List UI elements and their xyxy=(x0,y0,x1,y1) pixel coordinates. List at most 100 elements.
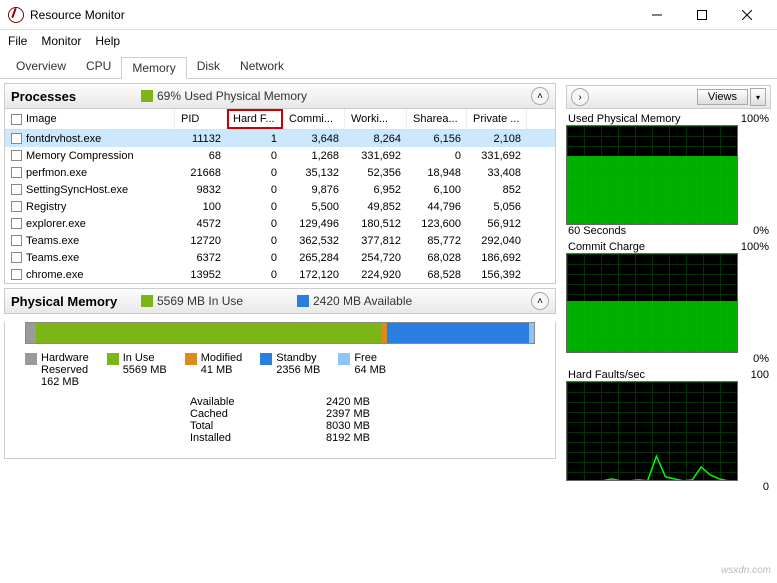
stat-available-k: Available xyxy=(190,396,234,408)
table-header: Image PID Hard F... Commi... Worki... Sh… xyxy=(5,109,555,130)
legend-item-mod: Modified41 MB xyxy=(185,352,243,388)
cell-commit: 5,500 xyxy=(283,201,345,213)
cell-hard: 0 xyxy=(227,167,283,179)
col-working[interactable]: Worki... xyxy=(345,109,407,129)
physmem-avail-text: 2420 MB Available xyxy=(313,294,412,308)
stat-total-v: 8030 MB xyxy=(326,420,370,432)
legend-swatch xyxy=(25,353,37,365)
processes-legend-text: 69% Used Physical Memory xyxy=(157,89,307,103)
col-commit[interactable]: Commi... xyxy=(283,109,345,129)
cell-pid: 6372 xyxy=(175,252,227,264)
chevron-right-icon[interactable]: › xyxy=(571,88,589,106)
right-panel-header: › Views ▾ xyxy=(566,85,771,109)
close-button[interactable] xyxy=(724,1,769,29)
col-image[interactable]: Image xyxy=(26,113,57,125)
chart2-sub2: 0% xyxy=(753,353,769,365)
table-row[interactable]: fontdrvhost.exe 11132 1 3,648 8,264 6,15… xyxy=(5,130,555,147)
processes-header[interactable]: Processes 69% Used Physical Memory ˄ xyxy=(4,83,556,109)
minimize-button[interactable] xyxy=(634,1,679,29)
table-row[interactable]: Teams.exe 12720 0 362,532 377,812 85,772… xyxy=(5,232,555,249)
checkbox[interactable] xyxy=(11,201,22,212)
legend-item-inuse: In Use5569 MB xyxy=(107,352,167,388)
table-row[interactable]: Registry 100 0 5,500 49,852 44,796 5,056 xyxy=(5,198,555,215)
cell-commit: 1,268 xyxy=(283,150,345,162)
menubar: File Monitor Help xyxy=(0,30,777,52)
table-row[interactable]: Memory Compression 68 0 1,268 331,692 0 … xyxy=(5,147,555,164)
cell-hard: 0 xyxy=(227,201,283,213)
legend-value: 5569 MB xyxy=(123,364,167,376)
cell-commit: 9,876 xyxy=(283,184,345,196)
tab-disk[interactable]: Disk xyxy=(187,56,230,78)
stat-cached-v: 2397 MB xyxy=(326,408,370,420)
cell-pid: 11132 xyxy=(175,133,227,145)
chart-hard-faults xyxy=(566,381,738,481)
watermark: wsxdn.com xyxy=(721,565,771,576)
stat-total-k: Total xyxy=(190,420,213,432)
cell-sharea: 0 xyxy=(407,150,467,162)
checkbox[interactable] xyxy=(11,150,22,161)
checkbox[interactable] xyxy=(11,167,22,178)
table-row[interactable]: Teams.exe 6372 0 265,284 254,720 68,028 … xyxy=(5,249,555,266)
cell-sharea: 44,796 xyxy=(407,201,467,213)
table-row[interactable]: perfmon.exe 21668 0 35,132 52,356 18,948… xyxy=(5,164,555,181)
checkbox[interactable] xyxy=(11,235,22,246)
cell-private: 33,408 xyxy=(467,167,527,179)
checkbox[interactable] xyxy=(11,252,22,263)
checkbox[interactable] xyxy=(11,269,22,280)
tab-overview[interactable]: Overview xyxy=(6,56,76,78)
cell-image: explorer.exe xyxy=(26,218,86,230)
cell-private: 186,692 xyxy=(467,252,527,264)
processes-legend-swatch xyxy=(141,90,153,102)
cell-commit: 172,120 xyxy=(283,269,345,281)
checkbox[interactable] xyxy=(11,133,22,144)
cell-commit: 129,496 xyxy=(283,218,345,230)
checkbox[interactable] xyxy=(11,218,22,229)
table-row[interactable]: chrome.exe 13952 0 172,120 224,920 68,52… xyxy=(5,266,555,283)
col-hard-faults[interactable]: Hard F... xyxy=(227,109,283,129)
cell-working: 331,692 xyxy=(345,150,407,162)
col-pid[interactable]: PID xyxy=(175,109,227,129)
menu-file[interactable]: File xyxy=(8,34,27,48)
tab-network[interactable]: Network xyxy=(230,56,294,78)
checkbox-all[interactable] xyxy=(11,114,22,125)
col-private[interactable]: Private ... xyxy=(467,109,527,129)
cell-pid: 21668 xyxy=(175,167,227,179)
chevron-up-icon[interactable]: ˄ xyxy=(531,292,549,310)
maximize-button[interactable] xyxy=(679,1,724,29)
cell-private: 852 xyxy=(467,184,527,196)
physmem-inuse-text: 5569 MB In Use xyxy=(157,294,297,308)
cell-working: 6,952 xyxy=(345,184,407,196)
cell-commit: 35,132 xyxy=(283,167,345,179)
cell-commit: 3,648 xyxy=(283,133,345,145)
window-title: Resource Monitor xyxy=(30,8,125,22)
legend-swatch xyxy=(185,353,197,365)
cell-private: 156,392 xyxy=(467,269,527,281)
legend-item-free: Free64 MB xyxy=(338,352,386,388)
tab-memory[interactable]: Memory xyxy=(121,57,186,79)
cell-image: Teams.exe xyxy=(26,252,79,264)
cell-working: 377,812 xyxy=(345,235,407,247)
legend-label: Free xyxy=(354,352,386,364)
views-dropdown-icon[interactable]: ▾ xyxy=(750,88,766,106)
chart2-title: Commit Charge xyxy=(568,241,645,253)
table-row[interactable]: SettingSyncHost.exe 9832 0 9,876 6,952 6… xyxy=(5,181,555,198)
menu-help[interactable]: Help xyxy=(95,34,120,48)
checkbox[interactable] xyxy=(11,184,22,195)
table-row[interactable]: explorer.exe 4572 0 129,496 180,512 123,… xyxy=(5,215,555,232)
chart3-sub2: 0 xyxy=(763,481,769,493)
legend-label: Hardware xyxy=(41,352,89,364)
chart2-max: 100% xyxy=(741,241,769,253)
col-shareable[interactable]: Sharea... xyxy=(407,109,467,129)
views-button[interactable]: Views xyxy=(697,89,748,105)
cell-sharea: 68,528 xyxy=(407,269,467,281)
chart-commit-charge xyxy=(566,253,738,353)
physmem-header[interactable]: Physical Memory 5569 MB In Use 2420 MB A… xyxy=(4,288,556,314)
stat-available-v: 2420 MB xyxy=(326,396,370,408)
memory-legend: HardwareReserved162 MBIn Use5569 MBModif… xyxy=(5,352,555,388)
menu-monitor[interactable]: Monitor xyxy=(41,34,81,48)
tab-cpu[interactable]: CPU xyxy=(76,56,121,78)
legend-label: Modified xyxy=(201,352,243,364)
chevron-up-icon[interactable]: ˄ xyxy=(531,87,549,105)
titlebar: Resource Monitor xyxy=(0,0,777,30)
stat-cached-k: Cached xyxy=(190,408,228,420)
